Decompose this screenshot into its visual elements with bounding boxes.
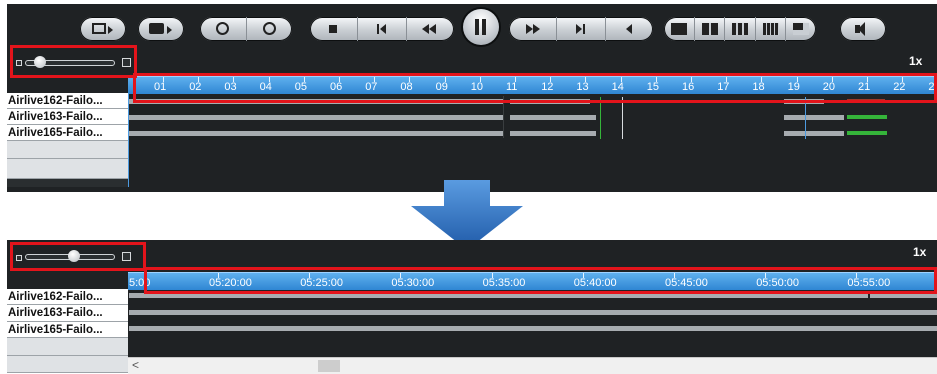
zoom-slider-highlight	[10, 242, 146, 271]
recording-track[interactable]	[510, 131, 596, 136]
channel-row-airlive165[interactable]: Airlive165-Failo...	[7, 322, 128, 338]
volume-button[interactable]	[840, 17, 886, 41]
channel-row-airlive165[interactable]: Airlive165-Failo...	[7, 125, 128, 141]
ruler-highlight	[144, 267, 937, 294]
zoom-out-icon	[216, 22, 229, 35]
pause-icon-bar2	[482, 19, 486, 35]
fast-forward-icon-2	[533, 24, 540, 34]
view-16-icon	[762, 23, 779, 35]
timeline-horizontal-scrollbar[interactable]: <	[128, 357, 937, 374]
volume-icon-cone	[858, 22, 865, 36]
step-forward-button[interactable]	[557, 17, 606, 41]
layout-export-button[interactable]	[80, 17, 126, 41]
event-segment[interactable]	[847, 131, 887, 135]
view-pip-icon	[793, 23, 810, 35]
rewind-icon	[421, 24, 429, 34]
snapshot-export-icon-arrow	[167, 26, 172, 34]
playback-back-group	[310, 17, 454, 41]
channel-row-airlive163[interactable]: Airlive163-Failo...	[7, 305, 128, 322]
recording-track[interactable]	[129, 115, 503, 120]
playback-forward-group	[509, 17, 653, 41]
view-9-button[interactable]	[725, 17, 756, 41]
view-layout-group	[664, 17, 816, 41]
playhead-line	[128, 93, 129, 187]
channel-name: Airlive163-Failo...	[8, 111, 103, 123]
channel-name: Airlive162-Failo...	[8, 95, 103, 107]
view-4-icon	[701, 23, 718, 35]
event-segment[interactable]	[847, 115, 887, 119]
channel-name: Airlive163-Failo...	[8, 307, 103, 319]
rewind-button[interactable]	[407, 17, 454, 41]
channel-name: Airlive165-Failo...	[8, 324, 103, 336]
recording-track[interactable]	[510, 115, 596, 120]
view-1-button[interactable]	[664, 17, 695, 41]
scroll-left-button[interactable]: <	[132, 358, 139, 372]
view-16-button[interactable]	[756, 17, 787, 41]
scrollbar-thumb[interactable]	[318, 360, 340, 372]
zoom-out-button[interactable]	[200, 17, 247, 41]
layout-export-icon-arrow	[108, 26, 113, 34]
channel-name: Airlive165-Failo...	[8, 127, 103, 139]
snapshot-export-icon	[149, 23, 164, 34]
bottom-playback-panel: 1x 5:00 05:20:00 05:25:00 05:30:00 05:35:00…	[7, 240, 937, 374]
view-pip-button[interactable]	[786, 17, 816, 41]
event-marker	[622, 97, 623, 139]
view-4-button[interactable]	[695, 17, 726, 41]
event-marker	[600, 97, 601, 139]
view-9-icon	[732, 23, 749, 35]
channel-row-empty	[7, 159, 128, 179]
fast-forward-icon	[526, 24, 533, 34]
rewind-icon-2	[428, 24, 436, 34]
fast-forward-button[interactable]	[509, 17, 558, 41]
channel-list: Airlive162-Failo... Airlive163-Failo... …	[7, 93, 128, 187]
top-playback-panel: 1x 01 02 03 04 05 06 07 08 09 10 11 12 13 14 15 16 17 18 1…	[7, 4, 937, 192]
zoom-button-group	[200, 17, 292, 41]
channel-list: Airlive162-Failo... Airlive163-Failo... …	[7, 289, 128, 373]
zoom-in-button[interactable]	[247, 17, 293, 41]
zoom-slider-highlight	[10, 45, 137, 78]
view-1-icon	[671, 23, 687, 35]
recording-track[interactable]	[129, 326, 937, 331]
channel-row-empty	[7, 356, 128, 373]
pause-icon	[475, 19, 479, 35]
ruler-highlight	[133, 73, 937, 103]
stop-button[interactable]	[310, 17, 359, 41]
snapshot-export-button[interactable]	[138, 17, 184, 41]
channel-row-empty	[7, 141, 128, 159]
playback-speed-label: 1x	[913, 245, 927, 259]
channel-row-airlive163[interactable]: Airlive163-Failo...	[7, 109, 128, 125]
step-back-icon-tri	[380, 24, 387, 34]
cursor-marker	[805, 97, 806, 139]
step-back-button[interactable]	[358, 17, 407, 41]
recording-track[interactable]	[129, 131, 503, 136]
channel-name: Airlive162-Failo...	[8, 291, 103, 303]
recording-track[interactable]	[784, 131, 844, 136]
step-forward-icon-bar	[583, 24, 586, 34]
recording-track[interactable]	[129, 310, 937, 315]
step-back-icon	[377, 24, 380, 34]
step-forward-icon	[576, 24, 583, 34]
channel-row-empty	[7, 338, 128, 356]
stop-icon	[329, 25, 337, 33]
recording-track[interactable]	[784, 115, 844, 120]
pause-button[interactable]	[463, 9, 499, 45]
reverse-play-icon	[625, 24, 632, 34]
channel-row-airlive162[interactable]: Airlive162-Failo...	[7, 93, 128, 109]
playback-speed-label: 1x	[909, 54, 923, 68]
layout-export-icon	[92, 23, 106, 34]
zoom-in-icon	[262, 22, 276, 35]
channel-row-airlive162[interactable]: Airlive162-Failo...	[7, 289, 128, 305]
reverse-play-button[interactable]	[606, 17, 653, 41]
